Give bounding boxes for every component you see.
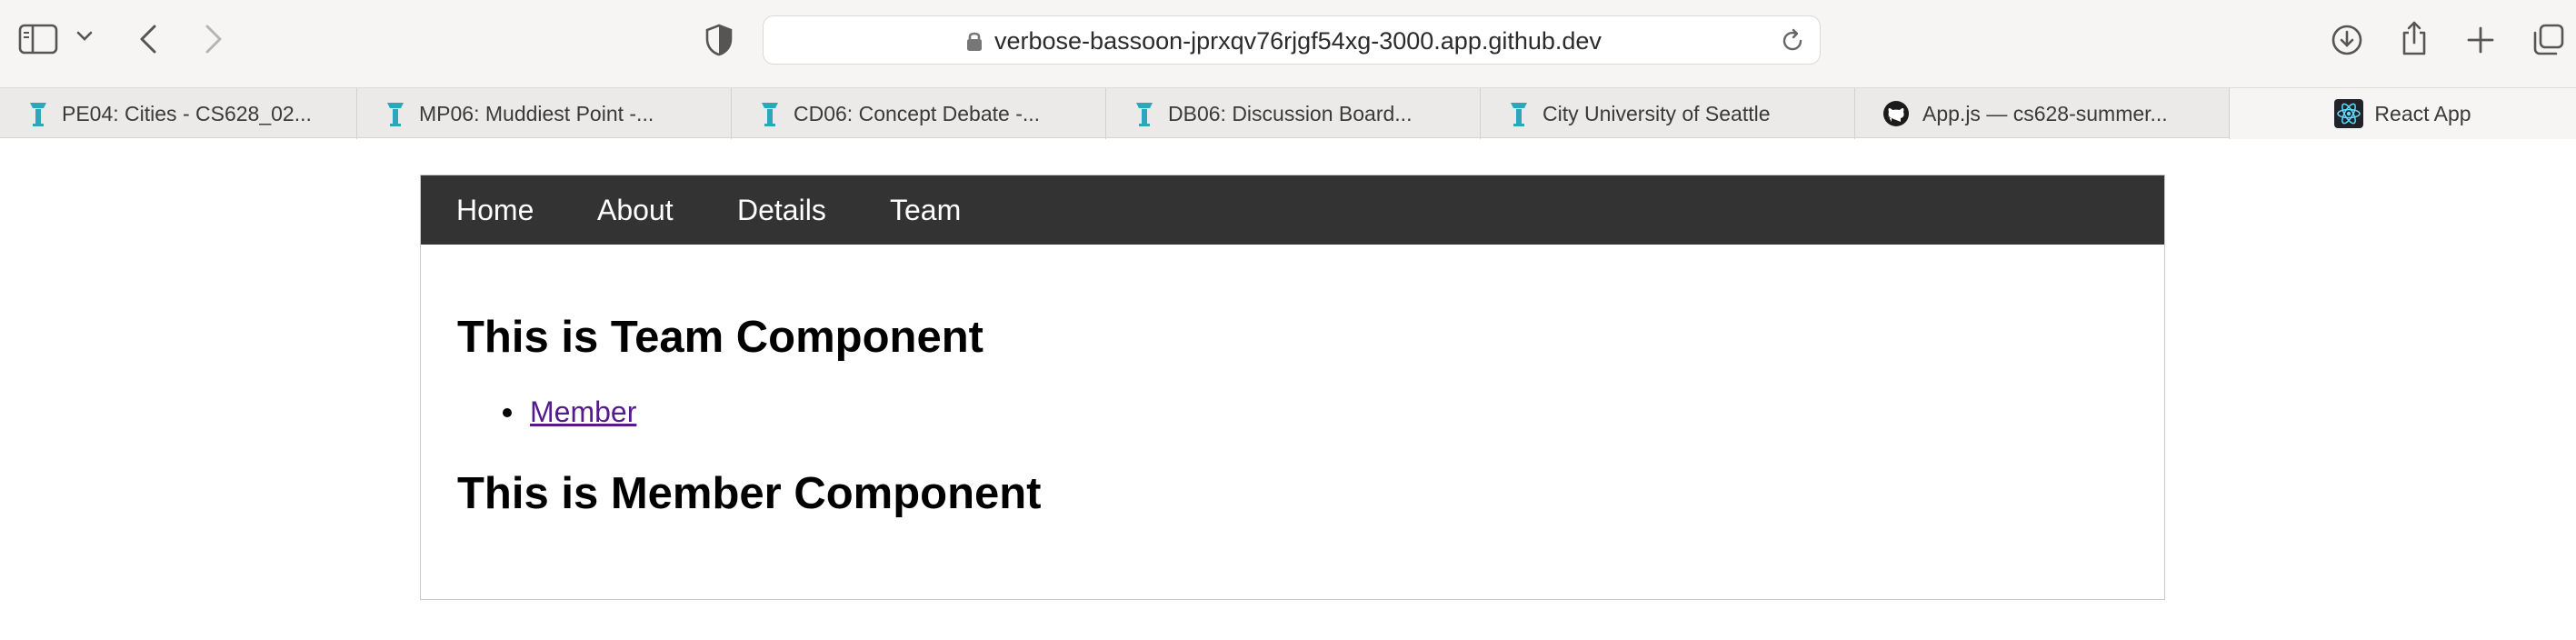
app-container: Home About Details Team This is Team Com… bbox=[420, 175, 2165, 600]
nav-link-team[interactable]: Team bbox=[890, 175, 961, 245]
browser-tab[interactable]: DB06: Discussion Board... bbox=[1106, 88, 1481, 139]
member-list: Member bbox=[457, 394, 636, 430]
chevron-down-icon[interactable] bbox=[76, 31, 93, 42]
new-tab-icon[interactable] bbox=[2466, 25, 2495, 55]
tab-label: React App bbox=[2374, 101, 2471, 125]
tab-label: App.js — cs628-summer... bbox=[1922, 101, 2168, 125]
member-heading: This is Member Component bbox=[457, 469, 1042, 518]
browser-tab[interactable]: App.js — cs628-summer... bbox=[1855, 88, 2230, 139]
browser-tab[interactable]: CD06: Concept Debate -... bbox=[732, 88, 1106, 139]
tab-label: DB06: Discussion Board... bbox=[1168, 101, 1413, 125]
downloads-icon[interactable] bbox=[2331, 24, 2363, 56]
cityu-icon bbox=[759, 100, 781, 127]
url-text: verbose-bassoon-jprxqv76rjgf54xg-3000.ap… bbox=[994, 27, 1602, 55]
member-link[interactable]: Member bbox=[530, 395, 636, 428]
team-heading: This is Team Component bbox=[457, 313, 983, 362]
tab-bar: PE04: Cities - CS628_02... MP06: Muddies… bbox=[0, 87, 2576, 139]
tab-label: MP06: Muddiest Point -... bbox=[419, 101, 654, 125]
cityu-icon bbox=[1508, 100, 1530, 127]
tab-label: CD06: Concept Debate -... bbox=[794, 101, 1041, 125]
browser-tab[interactable]: MP06: Muddiest Point -... bbox=[357, 88, 732, 139]
tab-label: City University of Seattle bbox=[1543, 101, 1771, 125]
browser-toolbar: verbose-bassoon-jprxqv76rjgf54xg-3000.ap… bbox=[0, 0, 2576, 87]
nav-link-details[interactable]: Details bbox=[737, 175, 826, 245]
cityu-icon bbox=[384, 100, 406, 127]
tab-overview-icon[interactable] bbox=[2532, 24, 2565, 56]
browser-tab-active[interactable]: React App bbox=[2230, 88, 2576, 139]
sidebar-toggle-icon[interactable] bbox=[18, 24, 58, 55]
react-icon bbox=[2334, 99, 2364, 128]
cityu-icon bbox=[27, 100, 49, 127]
nav-link-home[interactable]: Home bbox=[456, 175, 534, 245]
lock-icon bbox=[965, 30, 983, 56]
reload-icon[interactable] bbox=[1779, 27, 1806, 59]
github-icon bbox=[1882, 100, 1910, 127]
browser-tab[interactable]: PE04: Cities - CS628_02... bbox=[0, 88, 357, 139]
nav-link-about[interactable]: About bbox=[597, 175, 674, 245]
forward-icon[interactable] bbox=[204, 24, 224, 55]
nav-bar: Home About Details Team bbox=[421, 175, 2164, 245]
privacy-shield-icon[interactable] bbox=[705, 24, 733, 56]
browser-tab[interactable]: City University of Seattle bbox=[1481, 88, 1855, 139]
address-bar[interactable]: verbose-bassoon-jprxqv76rjgf54xg-3000.ap… bbox=[763, 15, 1821, 65]
share-icon[interactable] bbox=[2400, 20, 2429, 56]
back-icon[interactable] bbox=[138, 24, 158, 55]
tab-label: PE04: Cities - CS628_02... bbox=[62, 101, 312, 125]
list-item: Member bbox=[457, 394, 636, 430]
cityu-icon bbox=[1133, 100, 1155, 127]
